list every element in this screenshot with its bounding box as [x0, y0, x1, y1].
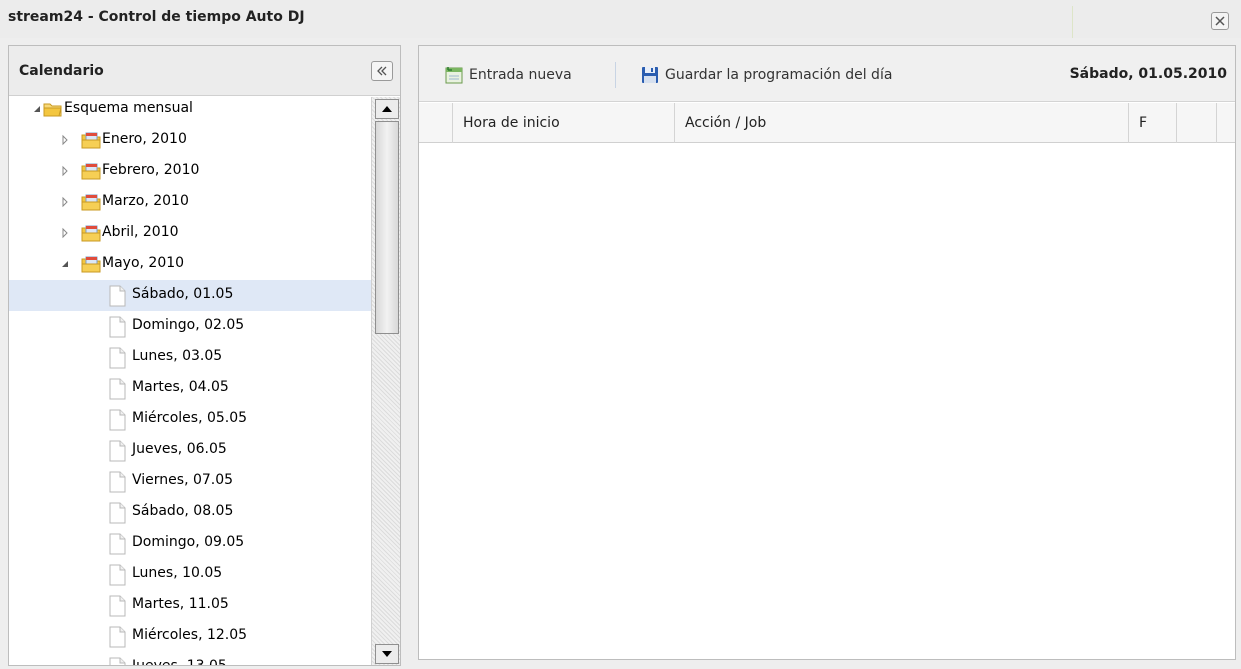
schedule-panel: Entrada nueva Guardar la programación de…	[418, 45, 1236, 660]
window-titlebar: stream24 - Control de tiempo Auto DJ	[0, 0, 1241, 38]
schedule-toolbar: Entrada nueva Guardar la programación de…	[419, 46, 1235, 102]
document-icon	[107, 316, 127, 338]
document-icon	[107, 657, 127, 665]
document-icon	[107, 564, 127, 586]
tree-day-item[interactable]: Lunes, 10.05	[9, 559, 371, 590]
tree-day-item[interactable]: Viernes, 07.05	[9, 466, 371, 497]
arrow-down-icon	[382, 651, 392, 657]
tree-scrollbar[interactable]	[371, 97, 400, 665]
double-chevron-left-icon	[377, 66, 387, 76]
tree-item-label: Abril, 2010	[102, 224, 179, 240]
calendar-tree: Esquema mensual Enero, 2010 Febrero, 2010 M…	[9, 97, 371, 666]
folder-open-icon	[43, 99, 63, 119]
tree-item-label: Jueves, 13.05	[132, 658, 227, 666]
tree-day-item[interactable]: Domingo, 02.05	[9, 311, 371, 342]
arrow-up-icon	[382, 106, 392, 112]
tree-item-label: Marzo, 2010	[102, 193, 189, 209]
month-folder-icon	[81, 161, 101, 181]
document-icon	[107, 409, 127, 431]
titlebar-divider	[1072, 6, 1073, 38]
save-day-schedule-button[interactable]: Guardar la programación del día	[641, 63, 892, 87]
month-folder-icon	[81, 130, 101, 150]
tree-item-label: Domingo, 02.05	[132, 317, 245, 333]
document-icon	[107, 285, 127, 307]
expand-closed-icon[interactable]	[59, 196, 71, 208]
document-icon	[107, 378, 127, 400]
schedule-grid-body	[419, 144, 1235, 659]
tree-item-label: Lunes, 03.05	[132, 348, 223, 364]
tree-month-item[interactable]: Febrero, 2010	[9, 156, 371, 187]
selected-date-label: Sábado, 01.05.2010	[1069, 66, 1227, 82]
close-icon	[1215, 16, 1225, 26]
tree-item-label: Martes, 11.05	[132, 596, 229, 612]
scroll-down-button[interactable]	[375, 644, 399, 664]
calendar-panel: Calendario Esquema mensual Enero, 2010 Feb…	[8, 45, 401, 666]
grid-header-blank	[419, 103, 453, 143]
expand-open-icon[interactable]	[31, 103, 43, 115]
column-header-f[interactable]: F	[1129, 103, 1177, 143]
window-title: stream24 - Control de tiempo Auto DJ	[8, 9, 305, 25]
new-entry-button[interactable]: Entrada nueva	[445, 63, 572, 87]
tree-month-item[interactable]: Mayo, 2010	[9, 249, 371, 280]
expand-closed-icon[interactable]	[59, 134, 71, 146]
tree-day-item[interactable]: Sábado, 08.05	[9, 497, 371, 528]
tree-day-item[interactable]: Jueves, 06.05	[9, 435, 371, 466]
tree-item-label: Viernes, 07.05	[132, 472, 234, 488]
month-folder-icon	[81, 223, 101, 243]
add-entry-icon	[445, 67, 463, 84]
tree-item-label: Miércoles, 05.05	[132, 410, 248, 426]
tree-item-label: Sábado, 01.05	[132, 286, 234, 302]
document-icon	[107, 626, 127, 648]
column-header-start-time[interactable]: Hora de inicio	[453, 103, 675, 143]
document-icon	[107, 595, 127, 617]
scroll-up-button[interactable]	[375, 99, 399, 119]
tree-month-item[interactable]: Enero, 2010	[9, 125, 371, 156]
document-icon	[107, 533, 127, 555]
tree-day-item[interactable]: Jueves, 13.05	[9, 652, 371, 666]
tree-day-item[interactable]: Domingo, 09.05	[9, 528, 371, 559]
auto-dj-window: stream24 - Control de tiempo Auto DJ Cal…	[0, 0, 1241, 669]
grid-header-extra	[1177, 103, 1217, 143]
tree-month-item[interactable]: Marzo, 2010	[9, 187, 371, 218]
tree-day-item[interactable]: Miércoles, 12.05	[9, 621, 371, 652]
tree-month-item[interactable]: Abril, 2010	[9, 218, 371, 249]
tree-day-item[interactable]: Miércoles, 05.05	[9, 404, 371, 435]
calendar-panel-header: Calendario	[9, 46, 400, 96]
document-icon	[107, 347, 127, 369]
tree-item-label: Esquema mensual	[64, 100, 193, 116]
save-floppy-icon	[642, 67, 658, 83]
toolbar-separator	[615, 62, 616, 88]
tree-item-label: Enero, 2010	[102, 131, 187, 147]
document-icon	[107, 471, 127, 493]
expand-open-icon[interactable]	[59, 258, 71, 270]
tree-item-label: Sábado, 08.05	[132, 503, 234, 519]
expand-closed-icon[interactable]	[59, 165, 71, 177]
tree-item-label: Martes, 04.05	[132, 379, 229, 395]
tree-day-item[interactable]: Martes, 11.05	[9, 590, 371, 621]
column-header-action-job[interactable]: Acción / Job	[675, 103, 1129, 143]
document-icon	[107, 502, 127, 524]
tree-day-item[interactable]: Martes, 04.05	[9, 373, 371, 404]
document-icon	[107, 440, 127, 462]
tree-item-label: Miércoles, 12.05	[132, 627, 248, 643]
tree-root-monthly-schema[interactable]: Esquema mensual	[9, 97, 371, 125]
scroll-thumb[interactable]	[375, 121, 399, 334]
collapse-panel-button[interactable]	[371, 61, 393, 81]
tree-item-label: Jueves, 06.05	[132, 441, 227, 457]
tree-item-label: Domingo, 09.05	[132, 534, 245, 550]
schedule-grid-header: Hora de inicio Acción / Job F	[419, 103, 1235, 143]
save-day-schedule-label: Guardar la programación del día	[665, 67, 893, 83]
tree-day-item[interactable]: Sábado, 01.05	[9, 280, 371, 311]
month-folder-icon	[81, 254, 101, 274]
tree-day-item[interactable]: Lunes, 03.05	[9, 342, 371, 373]
tree-item-label: Mayo, 2010	[102, 255, 185, 271]
month-folder-icon	[81, 192, 101, 212]
tree-item-label: Febrero, 2010	[102, 162, 200, 178]
tree-item-label: Lunes, 10.05	[132, 565, 223, 581]
calendar-panel-title: Calendario	[19, 63, 104, 79]
new-entry-label: Entrada nueva	[469, 67, 572, 83]
expand-closed-icon[interactable]	[59, 227, 71, 239]
close-button[interactable]	[1211, 12, 1229, 30]
